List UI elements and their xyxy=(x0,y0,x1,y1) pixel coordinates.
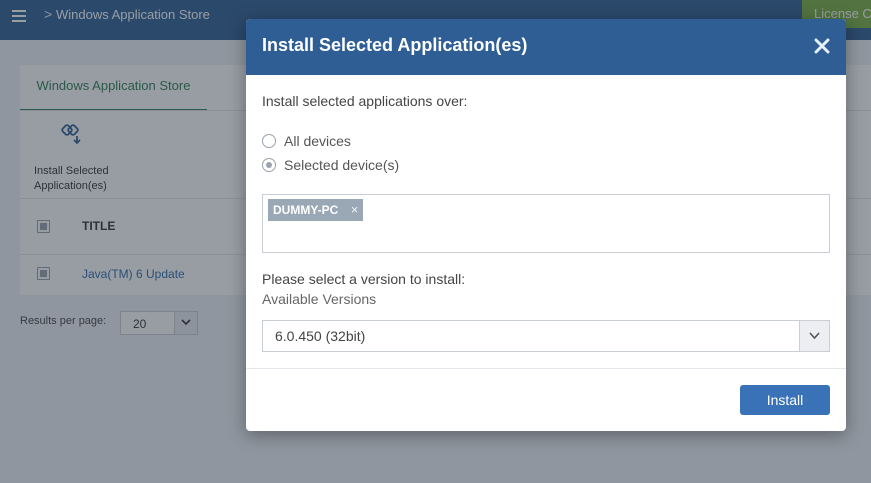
chevron-down-icon xyxy=(799,321,829,351)
install-over-prompt: Install selected applications over: xyxy=(262,93,468,109)
version-select-value: 6.0.450 (32bit) xyxy=(275,328,366,344)
device-tag-input[interactable]: DUMMY-PC × xyxy=(262,194,830,253)
radio-button[interactable] xyxy=(262,158,276,172)
version-prompt: Please select a version to install: xyxy=(262,271,466,287)
dialog-footer-divider xyxy=(246,368,846,369)
install-button[interactable]: Install xyxy=(740,385,830,415)
device-chip-label: DUMMY-PC xyxy=(273,203,339,217)
close-icon[interactable] xyxy=(814,38,830,54)
radio-label: Selected device(s) xyxy=(284,157,400,173)
dialog-header: Install Selected Application(es) xyxy=(246,19,846,75)
radio-label: All devices xyxy=(284,133,351,149)
available-versions-label: Available Versions xyxy=(262,291,377,307)
radio-button[interactable] xyxy=(262,134,276,148)
version-select[interactable]: 6.0.450 (32bit) xyxy=(262,320,830,352)
install-dialog: Install Selected Application(es) Install… xyxy=(246,19,846,431)
dialog-title: Install Selected Application(es) xyxy=(262,35,528,55)
device-chip: DUMMY-PC × xyxy=(268,199,364,221)
remove-chip-icon[interactable]: × xyxy=(351,199,359,221)
